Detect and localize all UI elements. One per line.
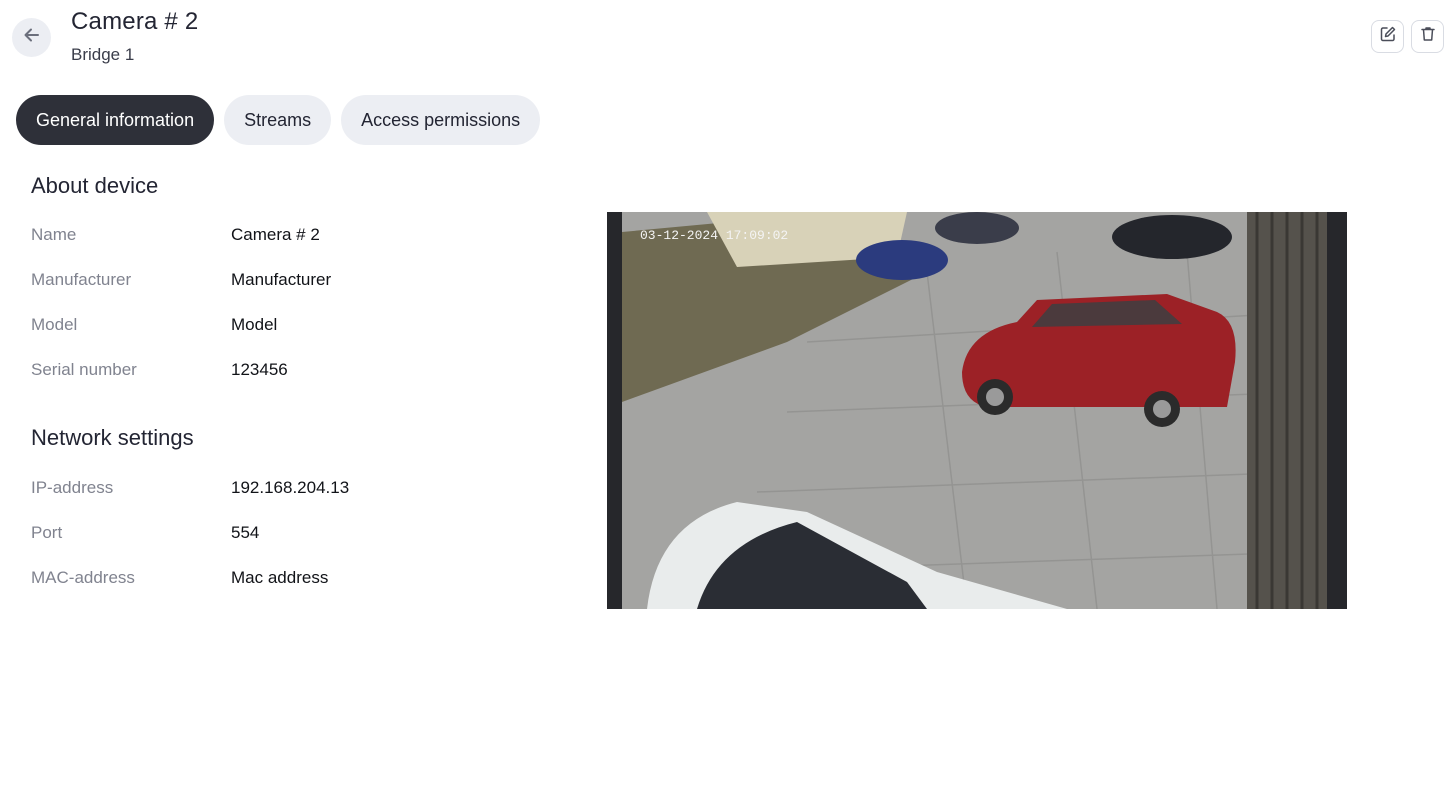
info-row-mac-address: MAC-address Mac address <box>31 568 551 592</box>
row-label: MAC-address <box>31 568 135 587</box>
row-label: Manufacturer <box>31 270 132 289</box>
row-label: Name <box>31 225 77 244</box>
row-value: 554 <box>231 523 260 542</box>
row-label: IP-address <box>31 478 114 497</box>
tab-streams[interactable]: Streams <box>224 95 332 145</box>
pencil-square-icon <box>1379 25 1397 48</box>
row-value: Model <box>231 315 278 334</box>
row-value: Manufacturer <box>231 270 332 289</box>
edit-button[interactable] <box>1371 20 1404 53</box>
arrow-left-icon <box>22 25 42 50</box>
info-row-model: Model Model <box>31 315 551 339</box>
trash-icon <box>1419 25 1437 48</box>
row-label: Model <box>31 315 78 334</box>
row-value: Camera # 2 <box>231 225 320 244</box>
about-device-heading: About device <box>31 173 159 198</box>
network-settings-heading: Network settings <box>31 425 194 450</box>
info-row-name: Name Camera # 2 <box>31 225 551 249</box>
info-row-ip-address: IP-address 192.168.204.13 <box>31 478 551 502</box>
row-value: 123456 <box>231 360 288 379</box>
camera-frame: 03-12-2024 17:09:02 <box>607 212 1347 609</box>
camera-timestamp: 03-12-2024 17:09:02 <box>640 228 788 243</box>
row-label: Serial number <box>31 360 137 379</box>
tab-access-permissions[interactable]: Access permissions <box>341 95 541 145</box>
page-header: Camera # 2 Bridge 1 <box>0 0 1456 80</box>
info-row-serial-number: Serial number 123456 <box>31 360 551 384</box>
tab-bar: General information Streams Access permi… <box>16 95 541 145</box>
tab-general-information[interactable]: General information <box>16 95 215 145</box>
page-subtitle: Bridge 1 <box>71 45 135 64</box>
page-title: Camera # 2 <box>71 8 199 35</box>
row-value: 192.168.204.13 <box>231 478 350 497</box>
back-button[interactable] <box>12 18 51 57</box>
info-row-manufacturer: Manufacturer Manufacturer <box>31 270 551 294</box>
info-row-port: Port 554 <box>31 523 551 547</box>
row-label: Port <box>31 523 63 542</box>
row-value: Mac address <box>231 568 329 587</box>
camera-preview[interactable]: 03-12-2024 17:09:02 <box>607 212 1347 609</box>
delete-button[interactable] <box>1411 20 1444 53</box>
